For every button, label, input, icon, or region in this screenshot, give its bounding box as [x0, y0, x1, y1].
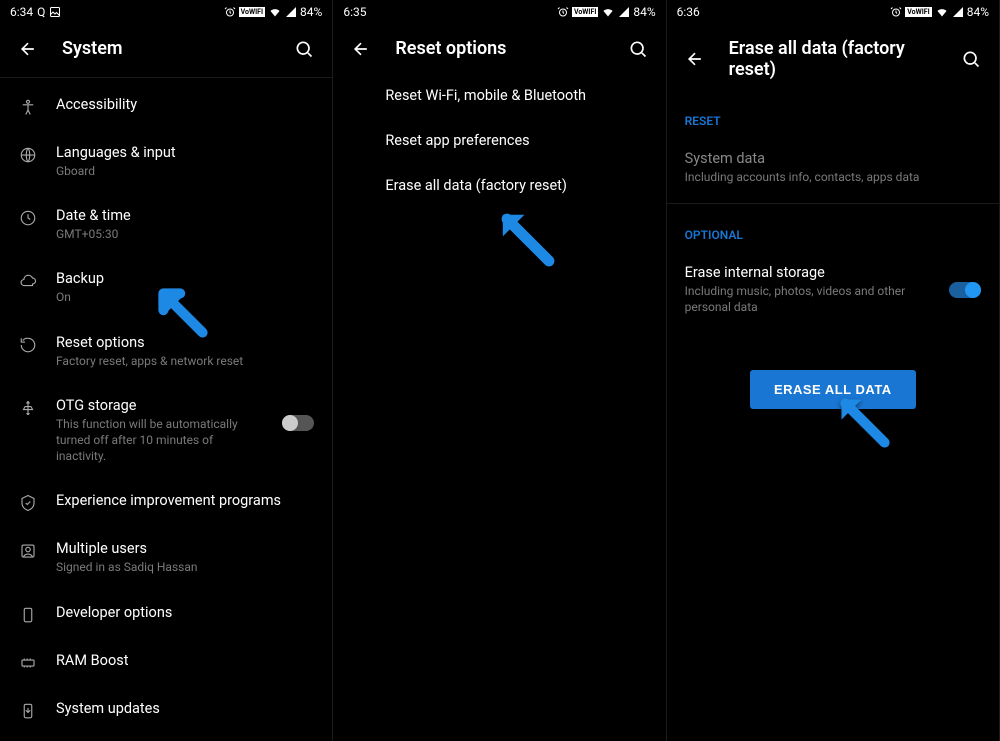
item-title: System data	[685, 150, 981, 167]
item-title: Languages & input	[56, 144, 314, 161]
screen-reset-options: 6:35 VoWIFI 84% Reset options Reset Wi-F…	[333, 0, 666, 741]
pointer-arrow	[498, 210, 558, 270]
phone-icon	[18, 606, 38, 624]
accessibility-icon	[18, 98, 38, 116]
search-icon[interactable]	[628, 39, 648, 59]
globe-icon	[18, 146, 38, 164]
item-subtitle: Gboard	[56, 163, 314, 179]
item-otg-storage[interactable]: OTG storage This function will be automa…	[0, 383, 332, 479]
battery-text: 84%	[633, 5, 655, 19]
signal-icon	[285, 6, 297, 18]
alarm-icon	[224, 6, 236, 18]
signal-icon	[952, 6, 964, 18]
status-time: 6:35	[343, 5, 366, 19]
item-accessibility[interactable]: Accessibility	[0, 82, 332, 130]
item-title: Erase internal storage	[685, 264, 931, 281]
item-title: Backup	[56, 270, 314, 287]
erase-all-data-item[interactable]: Erase all data (factory reset)	[333, 163, 665, 208]
status-bar: 6:36 VoWIFI 84%	[667, 0, 999, 24]
optional-section-label: OPTIONAL	[667, 208, 999, 250]
vowifi-icon: VoWIFI	[905, 7, 931, 17]
reset-icon	[18, 336, 38, 354]
alarm-icon	[890, 6, 902, 18]
item-title: Experience improvement programs	[56, 492, 314, 509]
system-data-item[interactable]: System data Including accounts info, con…	[667, 136, 999, 199]
cloud-icon	[18, 272, 38, 290]
screen-erase-all-data: 6:36 VoWIFI 84% Erase all data (factory …	[667, 0, 1000, 741]
back-icon[interactable]	[685, 49, 705, 69]
status-time: 6:36	[677, 5, 700, 19]
back-icon[interactable]	[351, 39, 371, 59]
vowifi-icon: VoWIFI	[572, 7, 598, 17]
search-icon[interactable]	[294, 39, 314, 59]
item-subtitle: Including accounts info, contacts, apps …	[685, 169, 981, 185]
item-ram-boost[interactable]: RAM Boost	[0, 638, 332, 686]
vowifi-icon: VoWIFI	[239, 7, 265, 17]
reset-wifi-item[interactable]: Reset Wi-Fi, mobile & Bluetooth	[333, 73, 665, 118]
item-system-updates[interactable]: System updates	[0, 686, 332, 734]
page-title: Erase all data (factory reset)	[729, 38, 937, 80]
item-subtitle: This function will be automatically turn…	[56, 416, 264, 465]
erase-all-data-button[interactable]: ERASE ALL DATA	[750, 370, 916, 409]
item-title: System updates	[56, 700, 314, 717]
signal-icon	[618, 6, 630, 18]
wifi-icon	[268, 6, 282, 18]
back-icon[interactable]	[18, 39, 38, 59]
search-icon[interactable]	[961, 49, 981, 69]
status-app-icon: Q	[37, 5, 45, 19]
status-time: 6:34	[10, 5, 33, 19]
update-icon	[18, 702, 38, 720]
item-subtitle: Factory reset, apps & network reset	[56, 353, 314, 369]
item-title: RAM Boost	[56, 652, 314, 669]
battery-text: 84%	[300, 5, 322, 19]
item-experience[interactable]: Experience improvement programs	[0, 478, 332, 526]
item-title: Developer options	[56, 604, 314, 621]
item-subtitle: Including music, photos, videos and othe…	[685, 283, 931, 315]
app-bar: Erase all data (factory reset)	[667, 24, 999, 94]
item-subtitle: GMT+05:30	[56, 226, 314, 242]
item-title: Multiple users	[56, 540, 314, 557]
page-title: Reset options	[395, 38, 603, 59]
wifi-icon	[935, 6, 949, 18]
item-title: Reset options	[56, 334, 314, 351]
item-title: OTG storage	[56, 397, 264, 414]
erase-storage-item[interactable]: Erase internal storage Including music, …	[667, 250, 999, 329]
erase-storage-toggle[interactable]	[949, 282, 981, 298]
screen-system: 6:34 Q VoWIFI 84% System	[0, 0, 333, 741]
item-reset-options[interactable]: Reset options Factory reset, apps & netw…	[0, 320, 332, 383]
item-backup[interactable]: Backup On	[0, 256, 332, 319]
app-bar: System	[0, 24, 332, 73]
battery-text: 84%	[967, 5, 989, 19]
wifi-icon	[601, 6, 615, 18]
item-languages[interactable]: Languages & input Gboard	[0, 130, 332, 193]
shield-arrow-icon	[18, 494, 38, 512]
status-bar: 6:35 VoWIFI 84%	[333, 0, 665, 24]
status-image-icon	[49, 6, 61, 18]
item-date-time[interactable]: Date & time GMT+05:30	[0, 193, 332, 256]
reset-app-prefs-item[interactable]: Reset app preferences	[333, 118, 665, 163]
settings-list: Accessibility Languages & input Gboard D…	[0, 82, 332, 734]
clock-icon	[18, 209, 38, 227]
item-title: Date & time	[56, 207, 314, 224]
page-title: System	[62, 38, 270, 59]
status-bar: 6:34 Q VoWIFI 84%	[0, 0, 332, 24]
user-icon	[18, 542, 38, 560]
app-bar: Reset options	[333, 24, 665, 73]
item-title: Accessibility	[56, 96, 314, 113]
alarm-icon	[557, 6, 569, 18]
item-subtitle: Signed in as Sadiq Hassan	[56, 559, 314, 575]
item-subtitle: On	[56, 289, 314, 305]
reset-section-label: RESET	[667, 94, 999, 136]
item-multiple-users[interactable]: Multiple users Signed in as Sadiq Hassan	[0, 526, 332, 589]
item-developer-options[interactable]: Developer options	[0, 590, 332, 638]
otg-toggle[interactable]	[282, 415, 314, 431]
ram-icon	[18, 654, 38, 672]
usb-icon	[18, 399, 38, 417]
